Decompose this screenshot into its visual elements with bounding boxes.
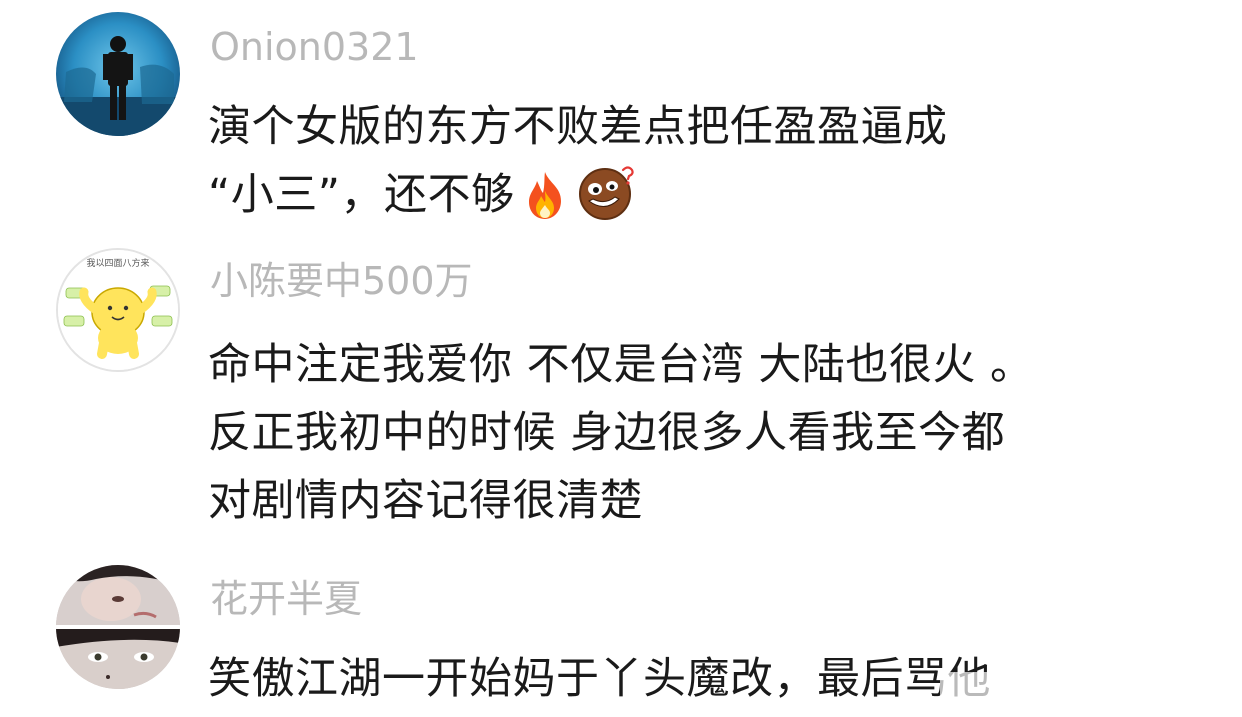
avatar-caption: 我以四面八方来 [86,257,149,269]
username[interactable]: 小陈要中500万 [210,262,473,300]
avatar[interactable] [56,12,180,136]
confused-face-icon [575,163,637,241]
avatar[interactable]: 我以四面八方来 [56,248,180,372]
comment-line: 反正我初中的时候 身边很多人看我至今都 [208,408,1006,458]
username[interactable]: Onion0321 [210,28,419,66]
comment-line: 对剧情内容记得很清楚 [208,476,643,526]
comment-line: 演个女版的东方不败差点把任盈盈逼成 [208,102,948,152]
comment-line-text: “小三”，还不够 [208,170,515,220]
comment-line: 命中注定我爱你 不仅是台湾 大陆也很火 。 [208,340,1034,390]
overlay-strip [940,672,1160,706]
comment-text: 演个女版的东方不败差点把任盈盈逼成 “小三”，还不够 [208,93,1208,241]
comment-text: 命中注定我爱你 不仅是台湾 大陆也很火 。 反正我初中的时候 身边很多人看我至今… [208,331,1208,535]
avatar-image: 我以四面八方来 [58,250,178,370]
comment-line: “小三”，还不够 [208,161,1208,241]
avatar[interactable] [56,565,180,689]
username[interactable]: 花开半夏 [210,580,362,618]
avatar-image [56,12,180,136]
avatar-image [56,565,180,689]
fire-icon [519,169,571,241]
